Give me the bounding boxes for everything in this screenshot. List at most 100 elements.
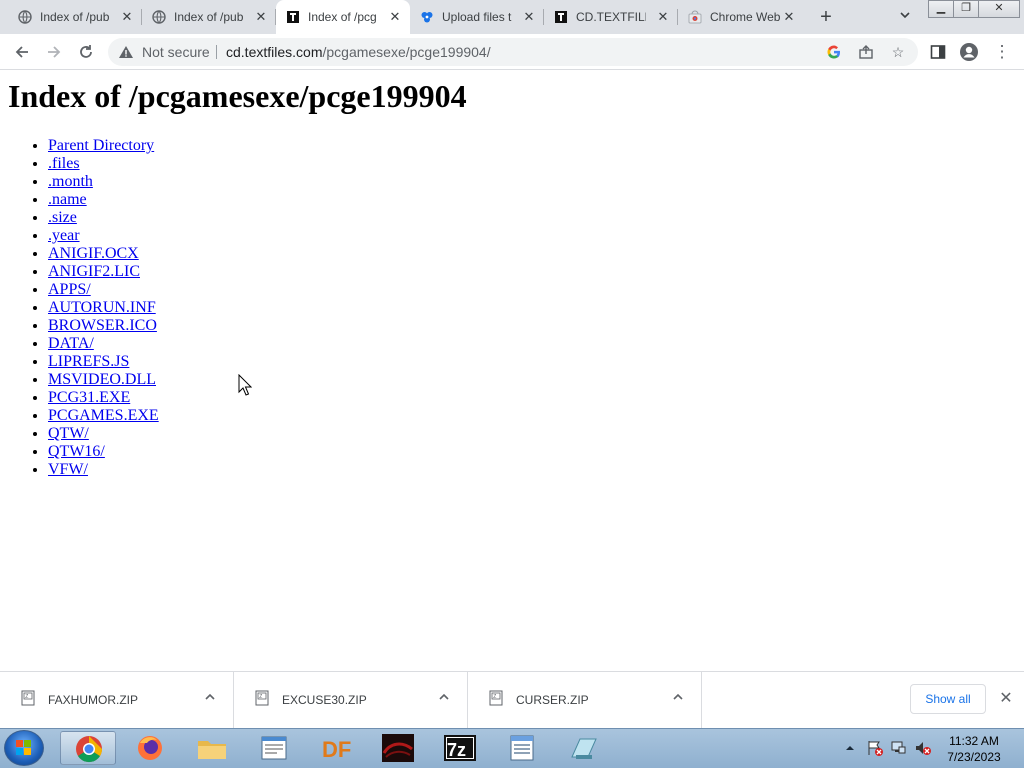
minimize-button[interactable]: ▁	[928, 0, 954, 18]
browser-toolbar: Not secure cd.textfiles.com/pcgamesexe/p…	[0, 34, 1024, 70]
close-download-bar-icon[interactable]: ✕	[998, 691, 1014, 707]
show-hidden-icons-arrow-icon[interactable]	[844, 741, 856, 753]
zip-file-icon: Z	[254, 690, 270, 706]
link-anigif-ocx[interactable]: ANIGIF.OCX	[48, 245, 139, 262]
share-icon[interactable]	[858, 44, 874, 60]
tab-index-pub-1[interactable]: Index of /pub ✕	[8, 0, 142, 34]
maximize-button[interactable]: ❐	[953, 0, 979, 18]
tab-search-chevron-icon[interactable]	[896, 8, 914, 26]
chevron-up-icon[interactable]	[671, 691, 685, 705]
bookmark-star-icon[interactable]: ☆	[890, 44, 906, 60]
action-center-flag-icon[interactable]	[866, 739, 884, 757]
list-item: PCGAMES.EXE	[48, 407, 159, 425]
link-files[interactable]: .files	[48, 155, 80, 172]
taskbar-file-explorer[interactable]	[184, 731, 240, 765]
list-item: .name	[48, 191, 159, 209]
not-secure-label[interactable]: Not secure	[142, 44, 210, 60]
taskbar-notepad[interactable]	[246, 731, 302, 765]
list-item: MSVIDEO.DLL	[48, 371, 159, 389]
profile-avatar-icon[interactable]	[958, 41, 980, 63]
forward-arrow-icon[interactable]	[43, 41, 65, 63]
list-item: DATA/	[48, 335, 159, 353]
list-item: .size	[48, 209, 159, 227]
tab-close-icon[interactable]: ✕	[388, 10, 402, 24]
list-item: LIPREFS.JS	[48, 353, 159, 371]
start-button[interactable]	[4, 730, 44, 766]
network-icon[interactable]	[890, 739, 908, 757]
tab-title: Upload files t	[442, 10, 512, 24]
tab-close-icon[interactable]: ✕	[254, 10, 268, 24]
taskbar-clock[interactable]: 11:32 AM 7/23/2023	[944, 733, 1004, 765]
download-filename: CURSER.ZIP	[516, 693, 589, 707]
volume-muted-icon[interactable]	[914, 739, 932, 757]
side-panel-icon[interactable]	[927, 41, 949, 63]
more-menu-icon[interactable]: ⋮	[991, 41, 1013, 63]
tab-close-icon[interactable]: ✕	[656, 10, 670, 24]
taskbar-chrome[interactable]	[60, 731, 116, 765]
taskbar-df[interactable]: DF	[308, 731, 364, 765]
link-apps[interactable]: APPS/	[48, 281, 91, 298]
tab-close-icon[interactable]: ✕	[522, 10, 536, 24]
archive-icon	[420, 10, 434, 24]
tab-cd-textfiles[interactable]: CD.TEXTFILES ✕	[544, 0, 678, 34]
tab-index-pub-2[interactable]: Index of /pub ✕	[142, 0, 276, 34]
link-msvideo-dll[interactable]: MSVIDEO.DLL	[48, 371, 156, 388]
url-host: cd.textfiles.com	[226, 44, 323, 60]
paint-icon	[571, 738, 597, 759]
list-item: PCG31.EXE	[48, 389, 159, 407]
svg-text:Z: Z	[493, 694, 496, 700]
tab-title: Chrome Web	[710, 10, 780, 24]
new-tab-button[interactable]: +	[814, 6, 838, 28]
link-liprefs-js[interactable]: LIPREFS.JS	[48, 353, 129, 370]
link-year[interactable]: .year	[48, 227, 80, 244]
link-anigif2-lic[interactable]: ANIGIF2.LIC	[48, 263, 140, 280]
tab-title: CD.TEXTFILES	[576, 10, 646, 24]
link-autorun-inf[interactable]: AUTORUN.INF	[48, 299, 156, 316]
chevron-up-icon[interactable]	[203, 691, 217, 705]
tab-title: Index of /pcg	[308, 10, 377, 24]
address-bar[interactable]: Not secure cd.textfiles.com/pcgamesexe/p…	[108, 38, 918, 66]
link-pcg31-exe[interactable]: PCG31.EXE	[48, 389, 130, 406]
warning-icon[interactable]	[118, 44, 134, 60]
taskbar-paint[interactable]	[556, 731, 612, 765]
chevron-up-icon[interactable]	[437, 691, 451, 705]
tab-close-icon[interactable]: ✕	[782, 10, 796, 24]
globe-icon	[152, 10, 166, 24]
taskbar-firefox[interactable]	[122, 731, 178, 765]
tab-close-icon[interactable]: ✕	[120, 10, 134, 24]
firefox-icon	[138, 736, 162, 760]
link-name[interactable]: .name	[48, 191, 87, 208]
tab-chrome-web-store[interactable]: Chrome Web ✕	[678, 0, 804, 34]
directory-listing: Parent Directory .files .month .name .si…	[8, 137, 159, 479]
download-item-curser[interactable]: Z CURSER.ZIP	[468, 672, 702, 728]
df-icon: DF	[322, 737, 351, 762]
link-size[interactable]: .size	[48, 209, 77, 226]
url-text[interactable]: cd.textfiles.com/pcgamesexe/pcge199904/	[226, 44, 491, 60]
link-parent-directory[interactable]: Parent Directory	[48, 137, 154, 154]
taskbar-game[interactable]	[370, 731, 426, 765]
svg-text:Z: Z	[259, 694, 262, 700]
download-item-faxhumor[interactable]: Z FAXHUMOR.ZIP	[0, 672, 234, 728]
close-window-button[interactable]: ✕	[978, 0, 1020, 18]
tab-upload-files[interactable]: Upload files t ✕	[410, 0, 544, 34]
taskbar-7zip[interactable]: 7z	[432, 731, 488, 765]
link-data[interactable]: DATA/	[48, 335, 94, 352]
svg-text:Z: Z	[25, 694, 28, 700]
download-item-excuse30[interactable]: Z EXCUSE30.ZIP	[234, 672, 468, 728]
back-arrow-icon[interactable]	[11, 41, 33, 63]
link-browser-ico[interactable]: BROWSER.ICO	[48, 317, 157, 334]
link-month[interactable]: .month	[48, 173, 93, 190]
google-g-icon[interactable]	[826, 44, 842, 60]
show-all-button[interactable]: Show all	[910, 684, 986, 714]
taskbar-wordpad[interactable]	[494, 731, 550, 765]
link-qtw[interactable]: QTW/	[48, 425, 89, 442]
zip-file-icon: Z	[20, 690, 36, 706]
link-vfw[interactable]: VFW/	[48, 461, 88, 478]
list-item: BROWSER.ICO	[48, 317, 159, 335]
reload-icon[interactable]	[75, 41, 97, 63]
link-qtw16[interactable]: QTW16/	[48, 443, 105, 460]
list-item: ANIGIF2.LIC	[48, 263, 159, 281]
textfiles-icon	[286, 10, 300, 24]
link-pcgames-exe[interactable]: PCGAMES.EXE	[48, 407, 159, 424]
tab-index-pcg-active[interactable]: Index of /pcg ✕	[276, 0, 410, 34]
